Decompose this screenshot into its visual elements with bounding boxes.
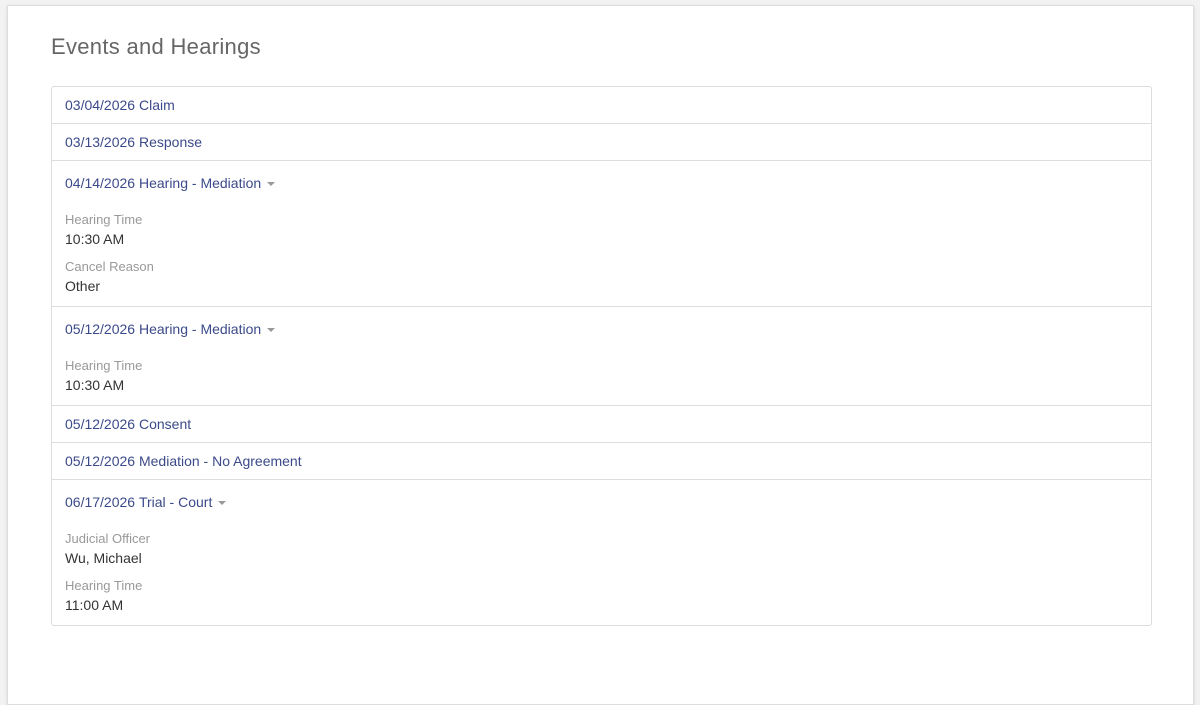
event-title: Hearing - Mediation: [138, 321, 262, 337]
event-title: Hearing - Mediation: [138, 175, 262, 191]
event-date: 03/04/2026: [65, 97, 136, 113]
event-date: 05/12/2026: [65, 453, 136, 469]
event-link[interactable]: 05/12/2026 Consent: [65, 406, 1138, 442]
event-item: 06/17/2026 Trial - Court Judicial Officer…: [52, 479, 1151, 625]
event-item: 05/12/2026 Consent: [52, 405, 1151, 442]
event-title: Consent: [138, 416, 192, 432]
detail-value: Other: [65, 278, 101, 294]
event-link[interactable]: 05/12/2026 Mediation - No Agreement: [65, 443, 1138, 479]
event-link[interactable]: 03/04/2026 Claim: [65, 87, 1138, 123]
event-link[interactable]: 06/17/2026 Trial - Court: [65, 480, 1138, 522]
detail-field: Hearing Time 10:30 AM: [65, 211, 1138, 249]
detail-label: Cancel Reason: [65, 259, 154, 274]
event-date: 03/13/2026: [65, 134, 136, 150]
detail-label: Hearing Time: [65, 578, 143, 593]
detail-label: Judicial Officer: [65, 531, 151, 546]
event-list: 03/04/2026 Claim 03/13/2026 Response 04/14…: [51, 86, 1152, 626]
event-link[interactable]: 04/14/2026 Hearing - Mediation: [65, 161, 1138, 203]
detail-value: Wu, Michael: [65, 550, 142, 566]
detail-value: 10:30 AM: [65, 231, 125, 247]
detail-label: Hearing Time: [65, 358, 143, 373]
detail-field: Hearing Time 10:30 AM: [65, 357, 1138, 395]
event-date: 05/12/2026: [65, 416, 136, 432]
event-item: 03/04/2026 Claim: [52, 87, 1151, 123]
event-title: Mediation - No Agreement: [138, 453, 302, 469]
events-panel: Events and Hearings 03/04/2026 Claim 03/1…: [7, 5, 1194, 705]
event-item: 05/12/2026 Hearing - Mediation Hearing Ti…: [52, 306, 1151, 405]
event-title: Trial - Court: [138, 494, 213, 510]
event-link[interactable]: 03/13/2026 Response: [65, 124, 1138, 160]
event-details: Hearing Time 10:30 AM: [65, 349, 1138, 405]
event-date: 04/14/2026: [65, 175, 136, 191]
event-item: 03/13/2026 Response: [52, 123, 1151, 160]
event-item: 05/12/2026 Mediation - No Agreement: [52, 442, 1151, 479]
detail-field: Judicial Officer Wu, Michael: [65, 530, 1138, 568]
detail-field: Hearing Time 11:00 AM: [65, 577, 1138, 615]
detail-field: Cancel Reason Other: [65, 258, 1138, 296]
event-title: Response: [138, 134, 203, 150]
caret-down-icon[interactable]: [267, 182, 276, 186]
event-details: Hearing Time 10:30 AM Cancel Reason Other: [65, 203, 1138, 306]
caret-down-icon[interactable]: [218, 501, 227, 505]
caret-down-icon[interactable]: [267, 328, 276, 332]
event-details: Judicial Officer Wu, Michael Hearing Time 1…: [65, 522, 1138, 625]
event-date: 05/12/2026: [65, 321, 136, 337]
detail-value: 10:30 AM: [65, 377, 125, 393]
event-title: Claim: [138, 97, 175, 113]
page-title: Events and Hearings: [51, 34, 261, 59]
event-date: 06/17/2026: [65, 494, 136, 510]
detail-label: Hearing Time: [65, 212, 143, 227]
event-item: 04/14/2026 Hearing - Mediation Hearing Ti…: [52, 160, 1151, 306]
detail-value: 11:00 AM: [65, 597, 124, 613]
event-link[interactable]: 05/12/2026 Hearing - Mediation: [65, 307, 1138, 349]
